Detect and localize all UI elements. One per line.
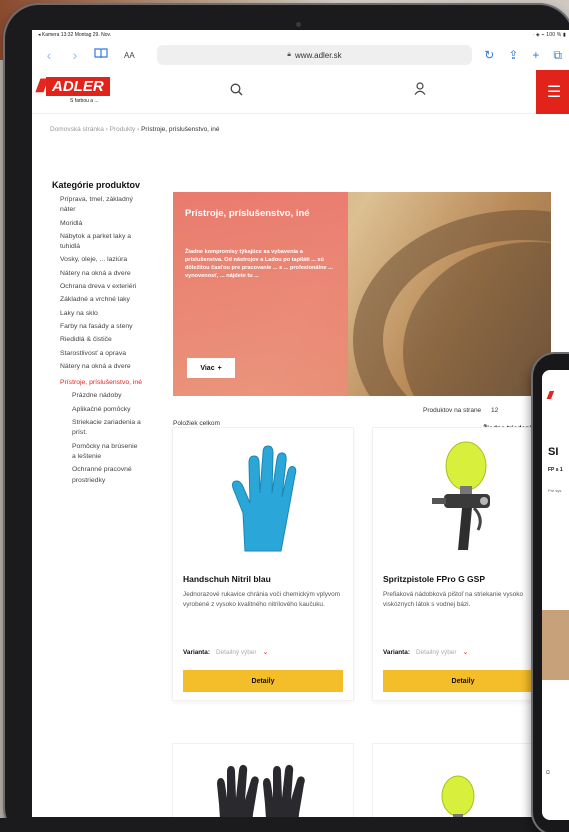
browser-toolbar: ‹ › AA 🔒︎ www.adler.sk ↻ ⇪ + ⧉ xyxy=(32,40,569,70)
tablet-bezel-bottom xyxy=(0,818,569,832)
tablet-screen: ◂ Kamera 13:32 Montag 29. Nov. ⋅ ◈ ⌁ 100… xyxy=(32,30,569,817)
variant-value: Detailný výber xyxy=(416,648,457,656)
breadcrumb: Domovská stránka › Produkty › Prístroje,… xyxy=(50,126,220,133)
product-name[interactable]: Handschuh Nitril blau xyxy=(183,574,271,584)
back-icon[interactable]: ‹ xyxy=(42,47,56,63)
sidebar-item[interactable]: Starostlivosť a oprava xyxy=(52,349,142,359)
per-page-value: 12 xyxy=(491,407,499,414)
product-description: Jednorazové rukavice chránia voči chemic… xyxy=(183,591,340,608)
product-description: Prefiaková nádobková pištoľ na striekani… xyxy=(383,591,524,608)
product-image-black-gloves xyxy=(213,764,313,817)
status-bar: ◂ Kamera 13:32 Montag 29. Nov. ⋅ ◈ ⌁ 100… xyxy=(32,30,569,40)
plus-icon: + xyxy=(217,364,222,372)
items-total-label: Položiek celkom xyxy=(173,420,220,427)
reload-icon[interactable]: ↻ xyxy=(484,48,494,63)
phone-hero-image xyxy=(542,610,569,680)
user-icon[interactable] xyxy=(414,82,426,98)
product-image-spray-gun xyxy=(373,428,553,568)
phone-device: //// SI FP s 1 Pre sys Ω xyxy=(533,354,569,832)
category-hero-banner: Prístroje, príslušenstvo, iné Žiadne kom… xyxy=(173,192,551,396)
chevron-down-icon: ⌄ xyxy=(262,649,269,656)
phone-title: SI xyxy=(548,446,559,458)
reader-aa-button[interactable]: AA xyxy=(124,51,135,60)
hero-title: Prístroje, príslušenstvo, iné xyxy=(185,208,310,219)
sidebar-subitem[interactable]: Prázdne nádoby xyxy=(52,391,142,401)
variant-label: Varianta: xyxy=(383,648,410,656)
product-image-cup xyxy=(433,774,483,817)
phone-logo: //// xyxy=(547,390,553,402)
hero-more-label: Viac xyxy=(200,364,215,372)
per-page-select[interactable]: Produktov na strane 12 xyxy=(423,407,498,414)
logo-slashes: //// xyxy=(36,75,47,96)
new-tab-icon[interactable]: + xyxy=(532,48,539,63)
category-sidebar: Kategórie produktov Príprava, tmel, zákl… xyxy=(52,180,142,489)
adler-logo[interactable]: //// ADLER S farbou a ... xyxy=(36,75,152,104)
sidebar-subitem[interactable]: Aplikačné pomôcky xyxy=(52,405,142,415)
sidebar-item[interactable]: Nátery na okná a dvere xyxy=(52,362,142,372)
sidebar-item[interactable]: Moridlá xyxy=(52,219,142,229)
tabs-icon[interactable]: ⧉ xyxy=(553,48,562,63)
logo-wordmark: ADLER xyxy=(46,76,110,96)
product-card[interactable] xyxy=(173,744,353,817)
forward-icon[interactable]: › xyxy=(68,47,82,63)
status-left: ◂ Kamera 13:32 Montag 29. Nov. xyxy=(38,32,112,38)
sidebar-subitem[interactable]: Striekacie zariadenia a príst. xyxy=(52,418,142,439)
sidebar-item[interactable]: Nábytok a parket laky a tuhidlá xyxy=(52,232,142,253)
hero-more-button[interactable]: Viac + xyxy=(187,358,235,378)
details-button[interactable]: Detaily xyxy=(183,670,343,692)
menu-button[interactable]: ☰ xyxy=(536,70,569,114)
phone-screen: //// SI FP s 1 Pre sys Ω xyxy=(542,370,569,820)
phone-bottom-text: Ω xyxy=(546,770,550,776)
sidebar-item[interactable]: Vosky, oleje, ... laziúra xyxy=(52,255,142,265)
address-bar[interactable]: 🔒︎ www.adler.sk xyxy=(156,45,473,65)
hero-overlay: Prístroje, príslušenstvo, iné Žiadne kom… xyxy=(173,192,348,396)
product-card[interactable] xyxy=(373,744,553,817)
variant-select[interactable]: Varianta: Detailný výber ⌄ xyxy=(383,648,469,657)
details-button[interactable]: Detaily xyxy=(383,670,543,692)
sidebar-item-active[interactable]: Prístroje, príslušenstvo, iné xyxy=(52,378,142,388)
sidebar-item[interactable]: Riedidlá & čističe xyxy=(52,335,142,345)
breadcrumb-products[interactable]: Produkty xyxy=(110,126,136,133)
variant-select[interactable]: Varianta: Detailný výber ⌄ xyxy=(183,648,269,657)
product-name[interactable]: Spritzpistole FPro G GSP xyxy=(383,574,485,584)
sidebar-item[interactable]: Základné a vrchné laky xyxy=(52,295,142,305)
sidebar-title: Kategórie produktov xyxy=(52,180,141,190)
camera-icon xyxy=(296,22,301,27)
breadcrumb-home[interactable]: Domovská stránka xyxy=(50,126,104,133)
per-page-label: Produktov na strane xyxy=(423,407,482,414)
share-icon[interactable]: ⇪ xyxy=(508,48,518,63)
lock-icon: 🔒︎ xyxy=(287,51,291,58)
hero-text: Žiadne kompromisy týkajúce sa vybavenia … xyxy=(185,249,333,279)
product-card[interactable]: Handschuh Nitril blau Jednorazové rukavi… xyxy=(173,428,353,700)
sidebar-item[interactable]: Nátery na okná a dvere xyxy=(52,269,142,279)
product-image-glove xyxy=(173,428,353,568)
status-right: ⋅ ◈ ⌁ 100 % ▮ xyxy=(532,32,566,38)
logo-tagline: S farbou a ... xyxy=(70,98,99,104)
search-icon[interactable] xyxy=(230,83,243,99)
site-header: //// ADLER S farbou a ... ☰ xyxy=(32,70,569,114)
sidebar-item[interactable]: Laky na sklo xyxy=(52,309,142,319)
variant-label: Varianta: xyxy=(183,648,210,656)
url-text: www.adler.sk xyxy=(295,50,342,60)
breadcrumb-current: Prístroje, príslušenstvo, iné xyxy=(141,126,220,133)
sidebar-subitem[interactable]: Ochranné pracovné prostriedky xyxy=(52,465,142,486)
product-card[interactable]: Spritzpistole FPro G GSP Prefiaková nádo… xyxy=(373,428,553,700)
sidebar-subitem[interactable]: Pomôcky na brúsenie a leštenie xyxy=(52,442,142,463)
sidebar-item[interactable]: Ochrana dreva v exteriéri xyxy=(52,282,142,292)
phone-text: Pre sys xyxy=(548,488,562,493)
chevron-down-icon: ⌄ xyxy=(462,649,469,656)
phone-subtitle: FP s 1 xyxy=(548,467,563,473)
sidebar-item[interactable]: Príprava, tmel, základný náter xyxy=(52,195,142,216)
bookmarks-icon[interactable] xyxy=(94,48,108,62)
sidebar-item[interactable]: Farby na fasády a steny xyxy=(52,322,142,332)
variant-value: Detailný výber xyxy=(216,648,257,656)
hamburger-icon: ☰ xyxy=(546,84,562,101)
